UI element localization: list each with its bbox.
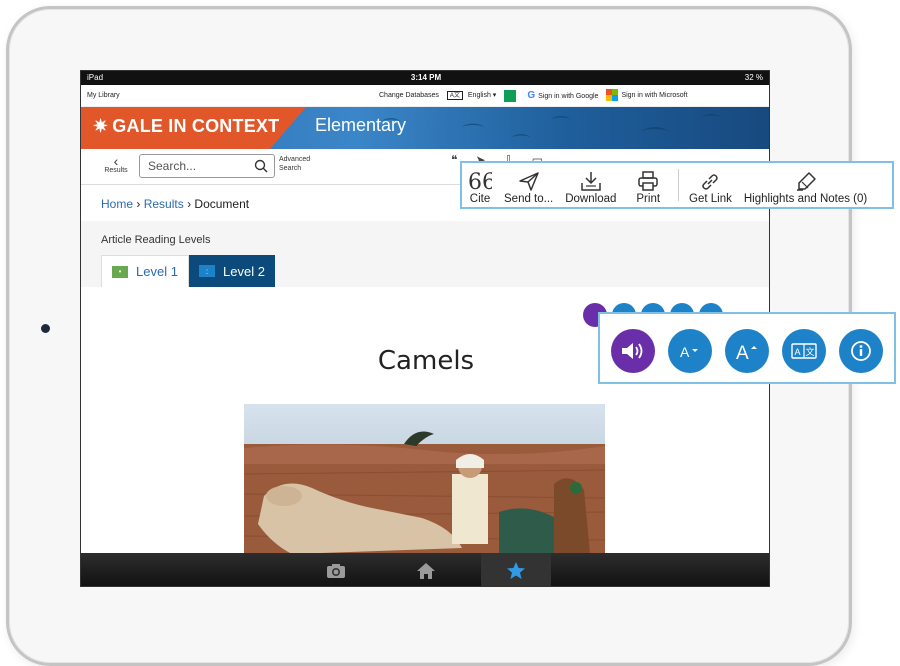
- gale-star-icon: ✷: [93, 116, 109, 136]
- info-icon: [851, 341, 871, 361]
- translate-icon: A文: [446, 90, 463, 100]
- language-select[interactable]: A文 English ▾: [446, 85, 496, 107]
- translate-button[interactable]: A文: [782, 329, 826, 373]
- download-button[interactable]: Download: [559, 163, 622, 207]
- font-increase-icon: A: [736, 343, 757, 362]
- cite-label: Cite: [469, 193, 491, 205]
- quote-icon: 66: [468, 171, 492, 191]
- translate-icon: A文: [791, 343, 817, 359]
- tab-level-2[interactable]: : Level 2: [189, 255, 275, 287]
- google-signin-label: Sign in with Google: [538, 92, 599, 100]
- send-to-label: Send to...: [504, 193, 554, 205]
- change-databases-link[interactable]: Change Databases: [379, 85, 439, 107]
- my-library-link[interactable]: My Library: [87, 85, 120, 107]
- clock: 3:14 PM: [410, 73, 442, 82]
- chevron-left-icon: ‹: [113, 153, 119, 169]
- brand-name: GALE IN CONTEXT: [112, 116, 280, 136]
- microsoft-signin-label: Sign in with Microsoft: [621, 92, 688, 99]
- breadcrumb: Home › Results › Document: [101, 197, 249, 211]
- document-tools-callout: 66 Cite Send to... Download Print Get Li…: [460, 161, 894, 209]
- listen-button[interactable]: [611, 329, 655, 373]
- cite-button[interactable]: 66 Cite: [462, 163, 498, 207]
- info-button[interactable]: [839, 329, 883, 373]
- breadcrumb-results[interactable]: Results: [144, 197, 184, 211]
- home-icon: [417, 562, 435, 579]
- search-icon[interactable]: [254, 159, 268, 173]
- svg-text:A: A: [795, 347, 801, 357]
- send-to-button[interactable]: Send to...: [498, 163, 559, 207]
- home-tab[interactable]: [391, 553, 461, 586]
- microsoft-logo-icon: [606, 89, 619, 102]
- advanced-search-line1: Advanced: [279, 156, 311, 163]
- print-icon: [638, 171, 658, 191]
- reading-levels-title: Article Reading Levels: [101, 234, 211, 246]
- utility-bar: My Library Change Databases A文 English ▾…: [81, 85, 769, 108]
- reader-tools-callout: A A A文: [598, 312, 896, 384]
- decrease-font-button[interactable]: A: [668, 329, 712, 373]
- highlights-notes-label: Highlights and Notes (0): [743, 193, 868, 205]
- language-label: English: [467, 92, 491, 99]
- bottom-tab-bar: [81, 553, 769, 586]
- font-decrease-icon: A: [680, 344, 698, 360]
- highlighter-icon: [796, 172, 816, 191]
- tab-level-1[interactable]: • Level 1: [101, 255, 189, 287]
- advanced-search-link[interactable]: Advanced Search: [279, 155, 310, 173]
- google-g-icon: G: [527, 89, 536, 101]
- camel-scene-image: [244, 404, 605, 554]
- breadcrumb-home[interactable]: Home: [101, 197, 133, 211]
- back-label: Results: [104, 167, 128, 174]
- article-photo-camel[interactable]: [244, 404, 605, 554]
- link-icon: [702, 174, 719, 190]
- battery-level: 32 %: [744, 73, 763, 82]
- highlights-notes-button[interactable]: Highlights and Notes (0): [738, 163, 873, 207]
- svg-text:文: 文: [806, 346, 815, 358]
- tab-level-1-label: Level 1: [136, 264, 178, 279]
- svg-text:A: A: [736, 343, 749, 362]
- get-link-button[interactable]: Get Link: [683, 163, 738, 207]
- breadcrumb-separator: ›: [136, 197, 141, 211]
- level-1-icon: •: [112, 265, 128, 278]
- favorites-tab[interactable]: [481, 553, 551, 586]
- download-label: Download: [565, 193, 617, 205]
- back-to-results-button[interactable]: ‹ Results: [101, 153, 131, 174]
- increase-font-button[interactable]: A: [725, 329, 769, 373]
- search-placeholder: Search...: [148, 159, 197, 173]
- product-banner: ✷ GALE IN CONTEXT Elementary: [81, 107, 769, 149]
- tab-level-2-label: Level 2: [223, 263, 265, 279]
- svg-text:A: A: [680, 344, 690, 360]
- speaker-icon: [622, 343, 643, 359]
- level-2-icon: :: [199, 265, 215, 277]
- svg-text:66: 66: [468, 171, 492, 191]
- send-icon: [518, 172, 539, 191]
- microsoft-signin[interactable]: Sign in with Microsoft: [606, 85, 688, 107]
- product-name: Elementary: [315, 115, 407, 135]
- ios-status-bar: iPad 3:14 PM 32 %: [81, 71, 769, 85]
- gale-logo[interactable]: ✷ GALE IN CONTEXT: [93, 116, 279, 137]
- print-label: Print: [636, 193, 661, 205]
- print-button[interactable]: Print: [622, 163, 674, 207]
- breadcrumb-separator: ›: [187, 197, 192, 211]
- breadcrumb-current: Document: [194, 197, 250, 211]
- download-icon: [581, 172, 601, 191]
- search-input[interactable]: Search...: [139, 154, 275, 178]
- quote-icon-small[interactable]: ❝: [451, 153, 457, 167]
- camera-icon: [327, 563, 345, 578]
- advanced-search-line2: Search: [279, 165, 302, 172]
- google-signin[interactable]: G Sign in with Google: [527, 85, 598, 108]
- tools-divider: [678, 169, 680, 201]
- star-icon: [507, 562, 525, 579]
- camera-tab[interactable]: [301, 553, 371, 586]
- get-link-label: Get Link: [689, 193, 732, 205]
- front-camera: [41, 324, 50, 333]
- google-classroom-icon[interactable]: [504, 90, 517, 102]
